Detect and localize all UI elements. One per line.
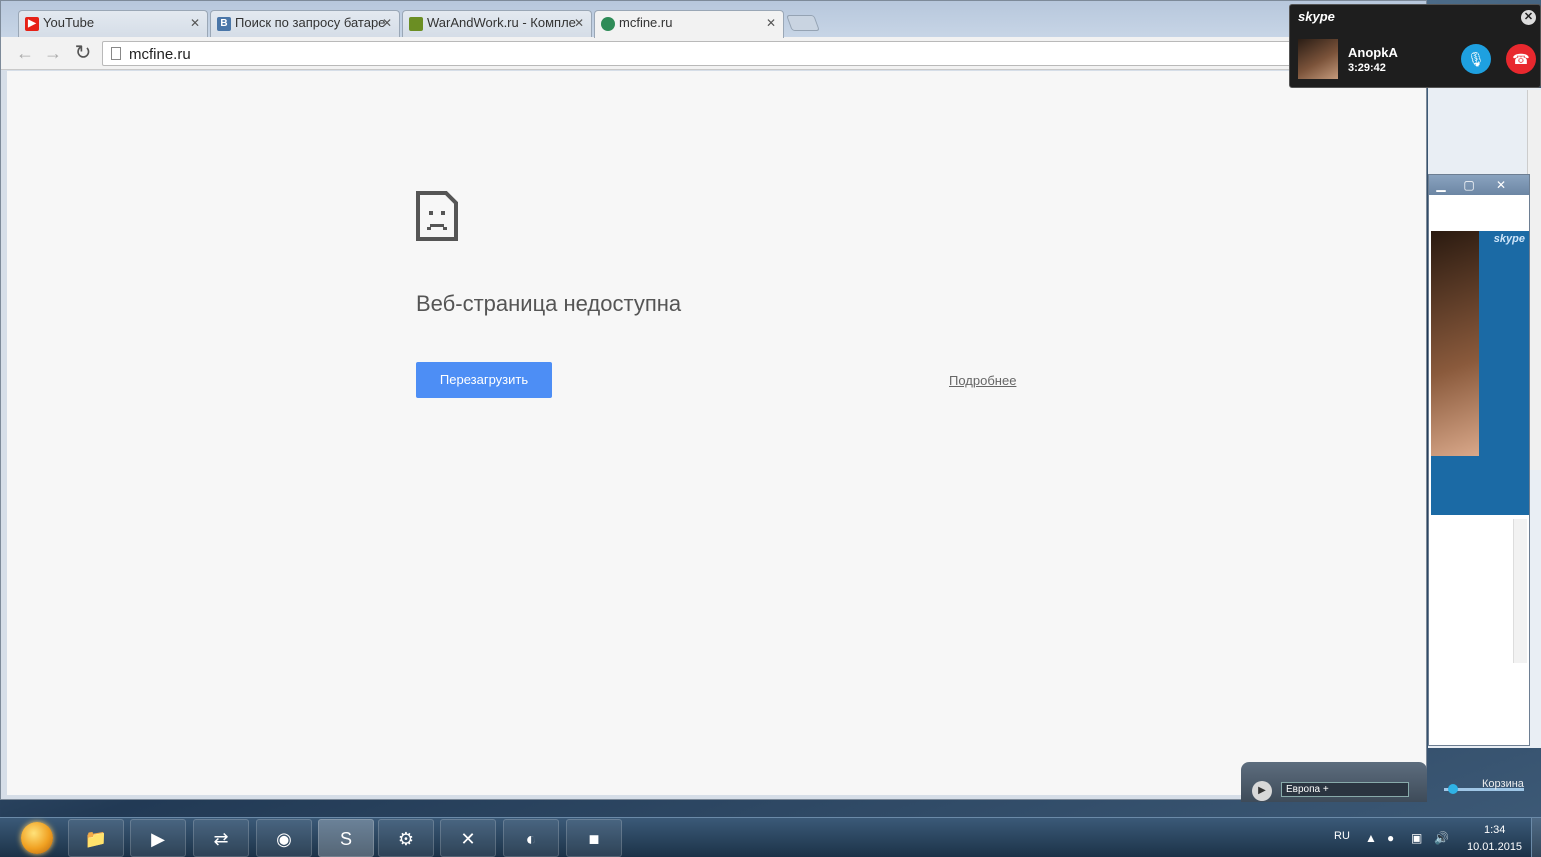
tab-label: mcfine.ru [619,15,673,30]
teamviewer-icon[interactable]: ⇄ [193,819,249,857]
clock-date[interactable]: 10.01.2015 [1467,841,1522,853]
game-icon[interactable]: ✕ [440,819,496,857]
microphone-icon[interactable]: 🎙 [1461,44,1491,74]
caller-name: AnopkA [1348,45,1398,60]
network-icon[interactable]: ▣ [1411,831,1422,845]
show-desktop-button[interactable] [1531,818,1541,857]
vk-icon: B [217,17,231,31]
volume-icon[interactable]: 🔊 [1434,831,1449,845]
chat-panel[interactable] [1431,517,1529,667]
skype-icon[interactable]: S [318,819,374,857]
error-title: Веб-страница недоступна [416,291,682,316]
tab-label: WarAndWork.ru - Компле [427,15,576,30]
play-icon[interactable]: ▶ [1252,781,1272,801]
video-person [1431,231,1479,456]
call-duration: 3:29:42 [1348,62,1386,74]
skype-video-window[interactable]: ▁ ▢ ✕ skype [1428,174,1530,746]
steam-icon[interactable]: ⚙ [378,819,434,857]
close-icon[interactable]: ✕ [766,16,776,30]
page-icon [111,47,121,60]
back-icon[interactable]: ← [14,42,36,64]
close-icon[interactable]: ✕ [382,16,392,30]
error-page: Веб-страница недоступна Перезагрузить По… [7,71,1426,795]
youtube-icon: ▶ [25,17,39,31]
minecraft-icon[interactable]: ■ [566,819,622,857]
taskbar: 📁 ▶ ⇄ ◉ S ⚙ ✕ ◐ ■ RU ▲ ● ▣ 🔊 1:34 10.01.… [0,817,1541,857]
reload-button[interactable]: Перезагрузить [416,362,552,398]
browser-toolbar: ← → ↻ mcfine.ru [1,37,1426,70]
address-text[interactable]: mcfine.ru [129,46,191,63]
skype-logo: skype [1493,233,1525,245]
skype-call-bar: skype ✕ AnopkA 3:29:42 🎙 ☎ [1289,4,1541,88]
clock-time[interactable]: 1:34 [1484,824,1505,836]
tab-label: YouTube [43,15,95,30]
audio-icon[interactable]: ◐ [503,819,559,857]
reload-icon[interactable]: ↻ [72,42,94,64]
new-tab-button[interactable] [786,15,820,31]
tab-vk-search[interactable]: B Поиск по запросу батаре ✕ [210,10,400,37]
recycle-bin-label[interactable]: Корзина [1482,778,1524,790]
minecraft-block-icon [409,17,423,31]
minecraft-globe-icon [601,17,615,31]
window-titlebar[interactable]: ▁ ▢ ✕ [1429,175,1529,195]
scrollbar[interactable] [1513,519,1527,663]
tab-mcfine[interactable]: mcfine.ru ✕ [594,10,784,38]
browser-window: ▶ YouTube ✕ B Поиск по запросу батаре ✕ … [0,0,1427,800]
tray-expand-icon[interactable]: ▲ [1365,831,1377,845]
volume-knob[interactable] [1448,784,1458,794]
minimize-icon[interactable]: ▁ [1431,177,1451,193]
avatar [1298,39,1338,79]
details-link[interactable]: Подробнее [949,373,1016,388]
video-feed: skype [1431,231,1529,515]
skype-logo: skype [1298,9,1335,24]
tab-youtube[interactable]: ▶ YouTube ✕ [18,10,208,37]
sad-page-icon [416,191,458,241]
file-explorer-icon[interactable]: 📁 [68,819,124,857]
notification-icon[interactable]: ● [1387,831,1394,845]
tab-strip: ▶ YouTube ✕ B Поиск по запросу батаре ✕ … [1,1,1426,38]
start-button[interactable] [21,822,53,854]
radio-gadget: ▶ Европа + [1241,762,1427,802]
tab-label: Поиск по запросу батаре [235,15,386,30]
forward-icon[interactable]: → [42,42,64,64]
maximize-icon[interactable]: ▢ [1459,177,1479,193]
language-indicator[interactable]: RU [1334,830,1350,842]
hang-up-icon[interactable]: ☎ [1506,44,1536,74]
close-icon[interactable]: ✕ [1491,177,1511,193]
chrome-icon[interactable]: ◉ [256,819,312,857]
media-player-icon[interactable]: ▶ [130,819,186,857]
address-bar[interactable]: mcfine.ru [102,41,1424,66]
tab-warandwork[interactable]: WarAndWork.ru - Компле ✕ [402,10,592,37]
radio-station-select[interactable]: Европа + [1281,782,1409,797]
close-icon[interactable]: ✕ [574,16,584,30]
close-icon[interactable]: ✕ [190,16,200,30]
close-icon[interactable]: ✕ [1521,10,1536,25]
